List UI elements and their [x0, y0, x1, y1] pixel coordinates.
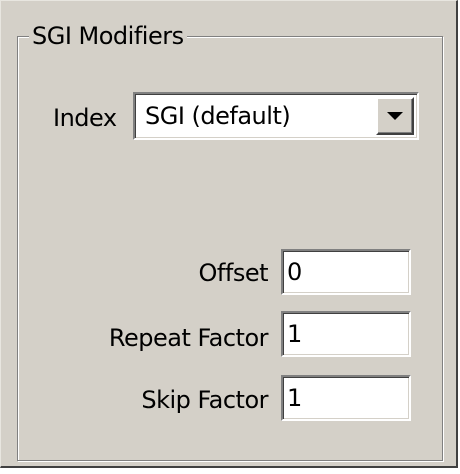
offset-input[interactable]: [287, 255, 397, 289]
sgi-modifiers-panel: SGI Modifiers Index SGI (default) Offset…: [0, 0, 458, 468]
repeat-factor-input[interactable]: [287, 317, 397, 351]
index-label: Index: [53, 104, 117, 132]
skip-factor-field-frame: [281, 375, 411, 421]
skip-factor-label: Skip Factor: [141, 386, 268, 414]
chevron-down-icon: [387, 112, 403, 120]
group-title: SGI Modifiers: [29, 20, 187, 52]
index-dropdown[interactable]: SGI (default): [133, 92, 419, 140]
index-dropdown-button[interactable]: [376, 97, 414, 135]
repeat-factor-field-frame: [281, 311, 411, 357]
index-selected-value: SGI (default): [145, 102, 291, 130]
repeat-factor-label: Repeat Factor: [108, 324, 269, 352]
offset-label: Offset: [198, 259, 269, 287]
skip-factor-input[interactable]: [287, 381, 397, 415]
offset-field-frame: [281, 249, 411, 295]
